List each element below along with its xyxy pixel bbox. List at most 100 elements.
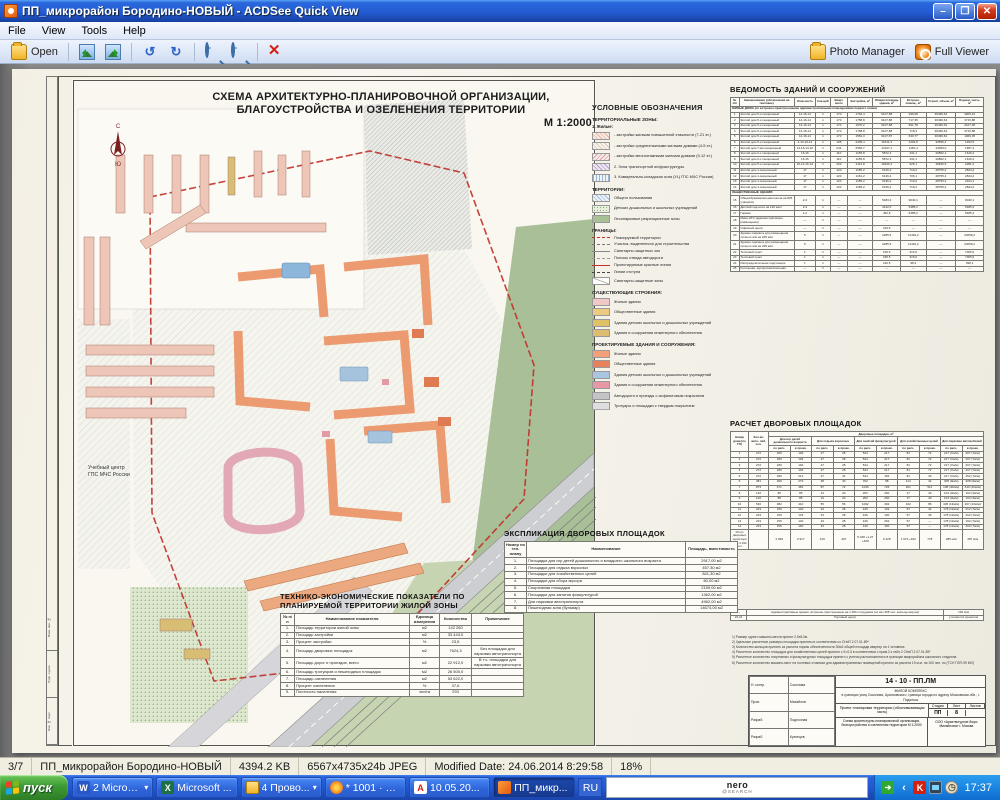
app-icon bbox=[4, 4, 18, 18]
courtyard-calculation: РАСЧЕТ ДВОРОВЫХ ПЛОЩАДОК Номер дома (по … bbox=[730, 419, 984, 550]
taskbar-task-button[interactable]: ПП_микр... bbox=[493, 777, 574, 798]
table-row: 21Здание паркинга для размещения личного… bbox=[731, 240, 984, 249]
kaspersky-icon[interactable] bbox=[913, 781, 926, 794]
legend-item-label: Тротуары и площадки с твердым покрытием bbox=[614, 404, 694, 408]
toolbar: Open ↺ ↻ + − ✕ Photo Manager Full Viewer bbox=[0, 40, 1000, 64]
start-button[interactable]: пуск bbox=[0, 775, 68, 800]
note-item: 5) Расчетное количество спортивных и физ… bbox=[732, 655, 982, 659]
start-label: пуск bbox=[23, 780, 52, 795]
legend-item-label: Санитарно-защитных зон bbox=[614, 249, 660, 253]
table-cell: 2159,00 м2 bbox=[686, 585, 738, 592]
legend: УСЛОВНЫЕ ОБОЗНАЧЕНИЯ ТЕРРИТОРИАЛЬНЫЕ ЗОН… bbox=[592, 103, 744, 413]
table-row: 2.Площадки для отдыха взрослых457,30 м2 bbox=[505, 565, 738, 572]
image-viewport[interactable]: Инв. № подл. Подп. и дата Взам. инв. № bbox=[0, 64, 1000, 757]
menu-view[interactable]: View bbox=[34, 24, 74, 38]
acdsee-window: ПП_микрорайон Бородино-НОВЫЙ - ACDSee Qu… bbox=[0, 0, 1000, 800]
menu-help[interactable]: Help bbox=[115, 24, 154, 38]
stamp-stage-value: ПП bbox=[929, 710, 948, 716]
drawing-title-line1: СХЕМА АРХИТЕКТУРНО-ПЛАНИРОВОЧНОЙ ОРГАНИЗ… bbox=[142, 91, 620, 104]
taskbar-task-button[interactable]: * 1001 · В... bbox=[325, 777, 406, 798]
minimize-button[interactable]: – bbox=[933, 3, 953, 20]
col-header: Строит. объем, м³ bbox=[926, 98, 956, 107]
menu-file[interactable]: File bbox=[0, 24, 34, 38]
courtyard-extra-rows: —Административные здания, встроено-прист… bbox=[730, 609, 984, 621]
table-cell: 18 bbox=[731, 216, 740, 225]
drawing-scale: М 1:2000 bbox=[142, 117, 620, 130]
table-cell: 3. bbox=[505, 571, 527, 578]
language-indicator[interactable]: RU bbox=[578, 778, 602, 797]
table-cell: Площадь дворовых площадок bbox=[295, 646, 410, 658]
table-cell: 60,00 м2 bbox=[686, 578, 738, 585]
nero-search-bar[interactable]: nero @SEARCH bbox=[606, 777, 868, 798]
delete-button[interactable]: ✕ bbox=[263, 42, 289, 62]
nero-tray-icon[interactable] bbox=[881, 781, 894, 794]
frame-label: Инв. № подл. bbox=[47, 699, 57, 745]
taskbar-task-button[interactable]: 4 Прово...▾ bbox=[241, 777, 322, 798]
taskbar-task-button[interactable]: Microsoft ... bbox=[156, 777, 237, 798]
table-cell: м2 bbox=[410, 676, 440, 683]
toolbar-separator bbox=[131, 43, 132, 61]
taskbar-task-button[interactable]: 10.05.20... bbox=[409, 777, 490, 798]
table-cell: Михайлов bbox=[788, 694, 834, 711]
menu-tools[interactable]: Tools bbox=[73, 24, 115, 38]
legend-item: Жилые здания bbox=[592, 350, 744, 358]
table-cell: Пешеходная зона (бульвар) bbox=[527, 605, 686, 612]
rotate-left-button[interactable]: ↺ bbox=[137, 42, 163, 62]
table-cell: 293 bbox=[440, 689, 472, 696]
stamp-scheme-name: Схема архитектурно-планировочной организ… bbox=[836, 718, 927, 746]
camera-icon bbox=[915, 44, 931, 60]
table-cell bbox=[472, 639, 524, 646]
full-viewer-button[interactable]: Full Viewer bbox=[910, 42, 994, 62]
zoom-in-button[interactable]: + bbox=[200, 42, 226, 62]
next-image-button[interactable] bbox=[100, 42, 126, 62]
hide-icons-chevron-icon[interactable]: ‹ bbox=[897, 781, 910, 794]
next-image-icon bbox=[105, 44, 121, 60]
table-cell: 22 912,0 bbox=[440, 657, 472, 669]
legend-item: Планируемой территории bbox=[592, 236, 744, 240]
open-button[interactable]: Open bbox=[6, 42, 63, 62]
table-cell: 9040,1 bbox=[901, 196, 927, 205]
table-cell: 4962,00 м2 bbox=[686, 599, 738, 606]
table-cell: 1 bbox=[816, 240, 831, 249]
legend-item: - застройки жилыми повышенной этажности … bbox=[592, 132, 744, 140]
zoom-out-button[interactable]: − bbox=[226, 42, 252, 62]
svg-text:ГПС МЧС России: ГПС МЧС России bbox=[88, 472, 130, 478]
hatch-rose-swatch bbox=[592, 153, 610, 161]
legend-item: Здания и сооружения инженерного обеспече… bbox=[592, 329, 744, 337]
courtyard-calculation-table: Номер дома (по ГП) Кол-во жите- лей, чел… bbox=[730, 431, 984, 550]
rotate-right-button[interactable]: ↻ bbox=[163, 42, 189, 62]
table-cell: 26 500,0 bbox=[440, 669, 472, 676]
table-cell: 419 bbox=[812, 530, 834, 550]
legend-item-label: Жилые здания bbox=[614, 352, 641, 356]
previous-image-button[interactable] bbox=[74, 42, 100, 62]
col-header: Наименование bbox=[527, 542, 686, 558]
legend-item-label: Здания и сооружения инженерного обеспече… bbox=[614, 331, 702, 335]
photo-manager-button[interactable]: Photo Manager bbox=[805, 42, 910, 62]
task-label: 2 Micros... bbox=[93, 782, 141, 794]
taskbar-task-button[interactable]: 2 Micros...▾ bbox=[72, 777, 153, 798]
col-header: Застройка, м² bbox=[847, 98, 873, 107]
close-button[interactable]: ✕ bbox=[977, 3, 997, 20]
maximize-button[interactable]: ❐ bbox=[955, 3, 975, 20]
legend-item-label: Планируемой территории bbox=[614, 236, 661, 240]
scheduler-icon[interactable] bbox=[945, 781, 958, 794]
table-cell: 142 260 bbox=[440, 625, 472, 632]
table-row: 1.Площадь территории жилой зоным2142 260 bbox=[281, 625, 524, 632]
tep-table: № п/п Наименование показателя Единица из… bbox=[280, 613, 524, 696]
task-label: ПП_микр... bbox=[514, 782, 569, 794]
legend-section-heading: ГРАНИЦЫ: bbox=[592, 228, 744, 233]
table-cell: 5. bbox=[281, 657, 295, 669]
title-bar: ПП_микрорайон Бородино-НОВЫЙ - ACDSee Qu… bbox=[0, 0, 1000, 22]
table-cell: м2 bbox=[410, 646, 440, 658]
note-item: 6) Расчетное количество машино-мест на г… bbox=[732, 661, 982, 665]
previous-image-icon bbox=[79, 44, 95, 60]
clock: 17:37 bbox=[964, 782, 992, 794]
folder-icon bbox=[246, 781, 259, 794]
courtyard-extra-table: —Административные здания, встроено-прист… bbox=[730, 609, 984, 621]
display-icon[interactable] bbox=[929, 781, 942, 794]
stamp-document-name: Проект планировки территории (обосновыва… bbox=[836, 704, 929, 717]
pond bbox=[282, 263, 310, 278]
toolbar-separator bbox=[257, 43, 258, 61]
taskbar: пуск 2 Micros...▾Microsoft ...4 Прово...… bbox=[0, 775, 1000, 800]
table-cell: 23,31 bbox=[731, 615, 747, 621]
